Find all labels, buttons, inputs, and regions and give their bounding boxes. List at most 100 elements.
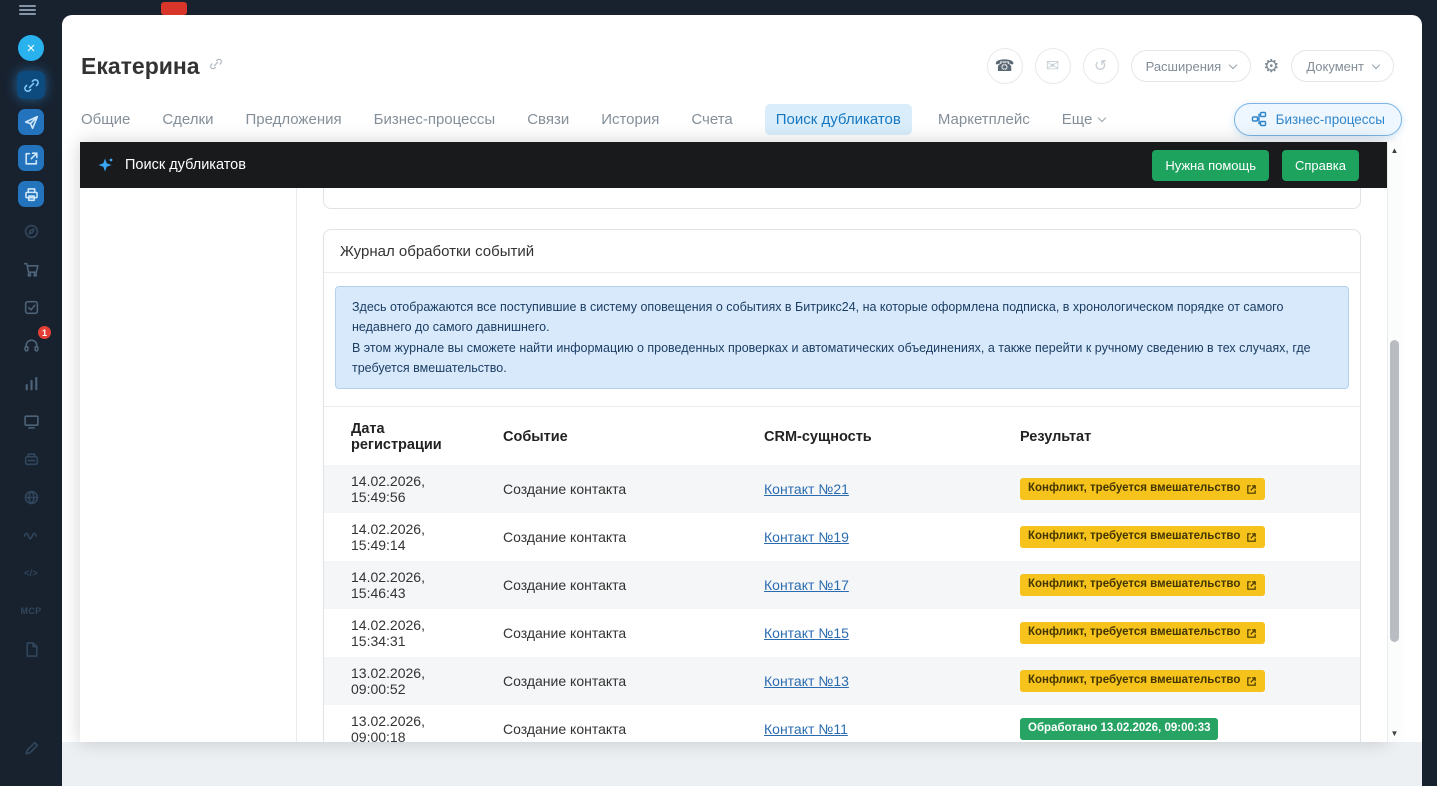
event-type: Создание контакта xyxy=(487,465,748,513)
column-header: Результат xyxy=(1004,407,1360,466)
table-row: 14.02.2026, 15:49:56Создание контактаКон… xyxy=(324,465,1360,513)
event-log-card: Журнал обработки событий Здесь отображаю… xyxy=(323,229,1361,742)
header-row: Дата регистрацииСобытиеCRM-сущностьРезул… xyxy=(324,407,1360,466)
event-date: 14.02.2026, 15:46:43 xyxy=(324,561,487,609)
shop-cart-icon[interactable] xyxy=(17,255,45,283)
result-label: Конфликт, требуется вмешательство xyxy=(1028,578,1240,591)
tab-history[interactable]: История xyxy=(601,111,659,128)
top-red-badge xyxy=(161,2,187,15)
result-badge[interactable]: Конфликт, требуется вмешательство xyxy=(1020,526,1265,547)
result-badge[interactable]: Конфликт, требуется вмешательство xyxy=(1020,574,1265,595)
tab-links[interactable]: Связи xyxy=(527,111,569,128)
scroll-up-icon[interactable]: ▲ xyxy=(1388,146,1401,155)
history-loop-icon[interactable]: ↺ xyxy=(1083,48,1119,84)
chevron-down-icon xyxy=(1229,60,1237,68)
result-badge[interactable]: Конфликт, требуется вмешательство xyxy=(1020,622,1265,643)
result-badge[interactable]: Конфликт, требуется вмешательство xyxy=(1020,478,1265,499)
vertical-scrollbar[interactable]: ▲ ▼ xyxy=(1387,142,1401,742)
compass-icon[interactable] xyxy=(17,217,45,245)
previous-card-bottom xyxy=(323,188,1361,209)
event-table-body: 14.02.2026, 15:49:56Создание контактаКон… xyxy=(324,465,1360,742)
code-icon[interactable]: </> xyxy=(17,559,45,587)
scrollbar-thumb[interactable] xyxy=(1390,340,1399,642)
result-badge[interactable]: Конфликт, требуется вмешательство xyxy=(1020,670,1265,691)
tab-invoices[interactable]: Счета xyxy=(691,111,732,128)
document-icon[interactable] xyxy=(17,635,45,663)
tab-label: Поиск дубликатов xyxy=(776,111,901,128)
event-date: 14.02.2026, 15:34:31 xyxy=(324,609,487,657)
business-process-button[interactable]: Бизнес-процессы xyxy=(1234,103,1402,136)
support-icon[interactable]: 1 xyxy=(17,331,45,359)
tab-more[interactable]: Еще xyxy=(1062,111,1106,128)
scanner-icon[interactable] xyxy=(17,445,45,473)
business-process-label: Бизнес-процессы xyxy=(1276,112,1385,127)
tab-label: Еще xyxy=(1062,111,1093,128)
page-title: Екатерина xyxy=(81,53,200,80)
external-link-icon xyxy=(1246,628,1257,639)
event-table: Дата регистрацииСобытиеCRM-сущностьРезул… xyxy=(324,406,1360,742)
slider-main-pane: Журнал обработки событий Здесь отображаю… xyxy=(297,188,1387,742)
table-row: 14.02.2026, 15:34:31Создание контактаКон… xyxy=(324,609,1360,657)
flowchart-icon xyxy=(1251,111,1267,127)
event-date: 13.02.2026, 09:00:52 xyxy=(324,657,487,705)
result-badge: Обработано 13.02.2026, 09:00:33 xyxy=(1020,718,1218,739)
monitor-icon[interactable] xyxy=(17,407,45,435)
mcp-icon[interactable]: MCP xyxy=(17,597,45,625)
tab-label: Связи xyxy=(527,111,569,128)
scroll-down-icon[interactable]: ▼ xyxy=(1388,729,1401,738)
main-window: Екатерина ☎ ✉ ↺ Расширения ⚙ Документ Об… xyxy=(62,15,1422,786)
phone-icon[interactable]: ☎ xyxy=(987,48,1023,84)
slider-body: Журнал обработки событий Здесь отображаю… xyxy=(80,188,1387,742)
tab-deals[interactable]: Сделки xyxy=(162,111,213,128)
tab-label: Предложения xyxy=(245,111,341,128)
tab-duplicates[interactable]: Поиск дубликатов xyxy=(765,104,912,135)
entity-link[interactable]: Контакт №19 xyxy=(764,529,849,545)
external-link-icon xyxy=(1246,532,1257,543)
help-docs-button[interactable]: Справка xyxy=(1282,150,1359,181)
entity-link[interactable]: Контакт №15 xyxy=(764,625,849,641)
result-label: Конфликт, требуется вмешательство xyxy=(1028,626,1240,639)
table-row: 13.02.2026, 09:00:52Создание контакта Кон… xyxy=(324,657,1360,705)
entity-link[interactable]: Контакт №21 xyxy=(764,481,849,497)
tab-bizproc[interactable]: Бизнес-процессы xyxy=(374,111,496,128)
tab-offers[interactable]: Предложения xyxy=(245,111,341,128)
document-label: Документ xyxy=(1306,59,1364,74)
need-help-button[interactable]: Нужна помощь xyxy=(1152,150,1269,181)
external-link-icon xyxy=(1246,484,1257,495)
entity-link[interactable]: Контакт №13 xyxy=(764,673,849,689)
waves-icon[interactable] xyxy=(17,521,45,549)
close-icon[interactable]: × xyxy=(18,35,44,61)
tab-label: Бизнес-процессы xyxy=(374,111,496,128)
result-label: Конфликт, требуется вмешательство xyxy=(1028,530,1240,543)
event-type: Создание контакта xyxy=(487,657,748,705)
tab-marketplace[interactable]: Маркетплейс xyxy=(938,111,1030,128)
menu-icon[interactable] xyxy=(19,3,36,17)
table-row: 14.02.2026, 15:46:43Создание контактаКон… xyxy=(324,561,1360,609)
stats-icon[interactable] xyxy=(17,369,45,397)
document-dropdown[interactable]: Документ xyxy=(1291,50,1394,82)
pen-icon[interactable] xyxy=(17,734,45,762)
tab-label: Общие xyxy=(81,111,130,128)
tab-label: Маркетплейс xyxy=(938,111,1030,128)
result-label: Конфликт, требуется вмешательство xyxy=(1028,482,1240,495)
gear-icon[interactable]: ⚙ xyxy=(1263,56,1279,77)
column-header: CRM-сущность xyxy=(748,407,1004,466)
extensions-dropdown[interactable]: Расширения xyxy=(1131,50,1252,82)
open-window-icon[interactable] xyxy=(18,145,44,171)
tasks-icon[interactable] xyxy=(17,293,45,321)
link-icon[interactable] xyxy=(17,71,45,99)
mail-icon[interactable]: ✉ xyxy=(1035,48,1071,84)
tab-bar: Общие Сделки Предложения Бизнес-процессы Свя… xyxy=(81,102,1402,136)
copy-link-icon[interactable] xyxy=(209,57,223,76)
external-link-icon xyxy=(1246,580,1257,591)
entity-link[interactable]: Контакт №17 xyxy=(764,577,849,593)
print-icon[interactable] xyxy=(18,181,44,207)
info-paragraph-1: Здесь отображаются все поступившие в сис… xyxy=(352,297,1332,338)
sphere-icon[interactable] xyxy=(17,483,45,511)
event-table-head: Дата регистрацииСобытиеCRM-сущностьРезул… xyxy=(324,407,1360,466)
chevron-down-icon xyxy=(1098,114,1106,122)
event-type: Создание контакта xyxy=(487,513,748,561)
messenger-icon[interactable] xyxy=(18,109,44,135)
tab-general[interactable]: Общие xyxy=(81,111,130,128)
entity-link[interactable]: Контакт №11 xyxy=(764,721,848,737)
